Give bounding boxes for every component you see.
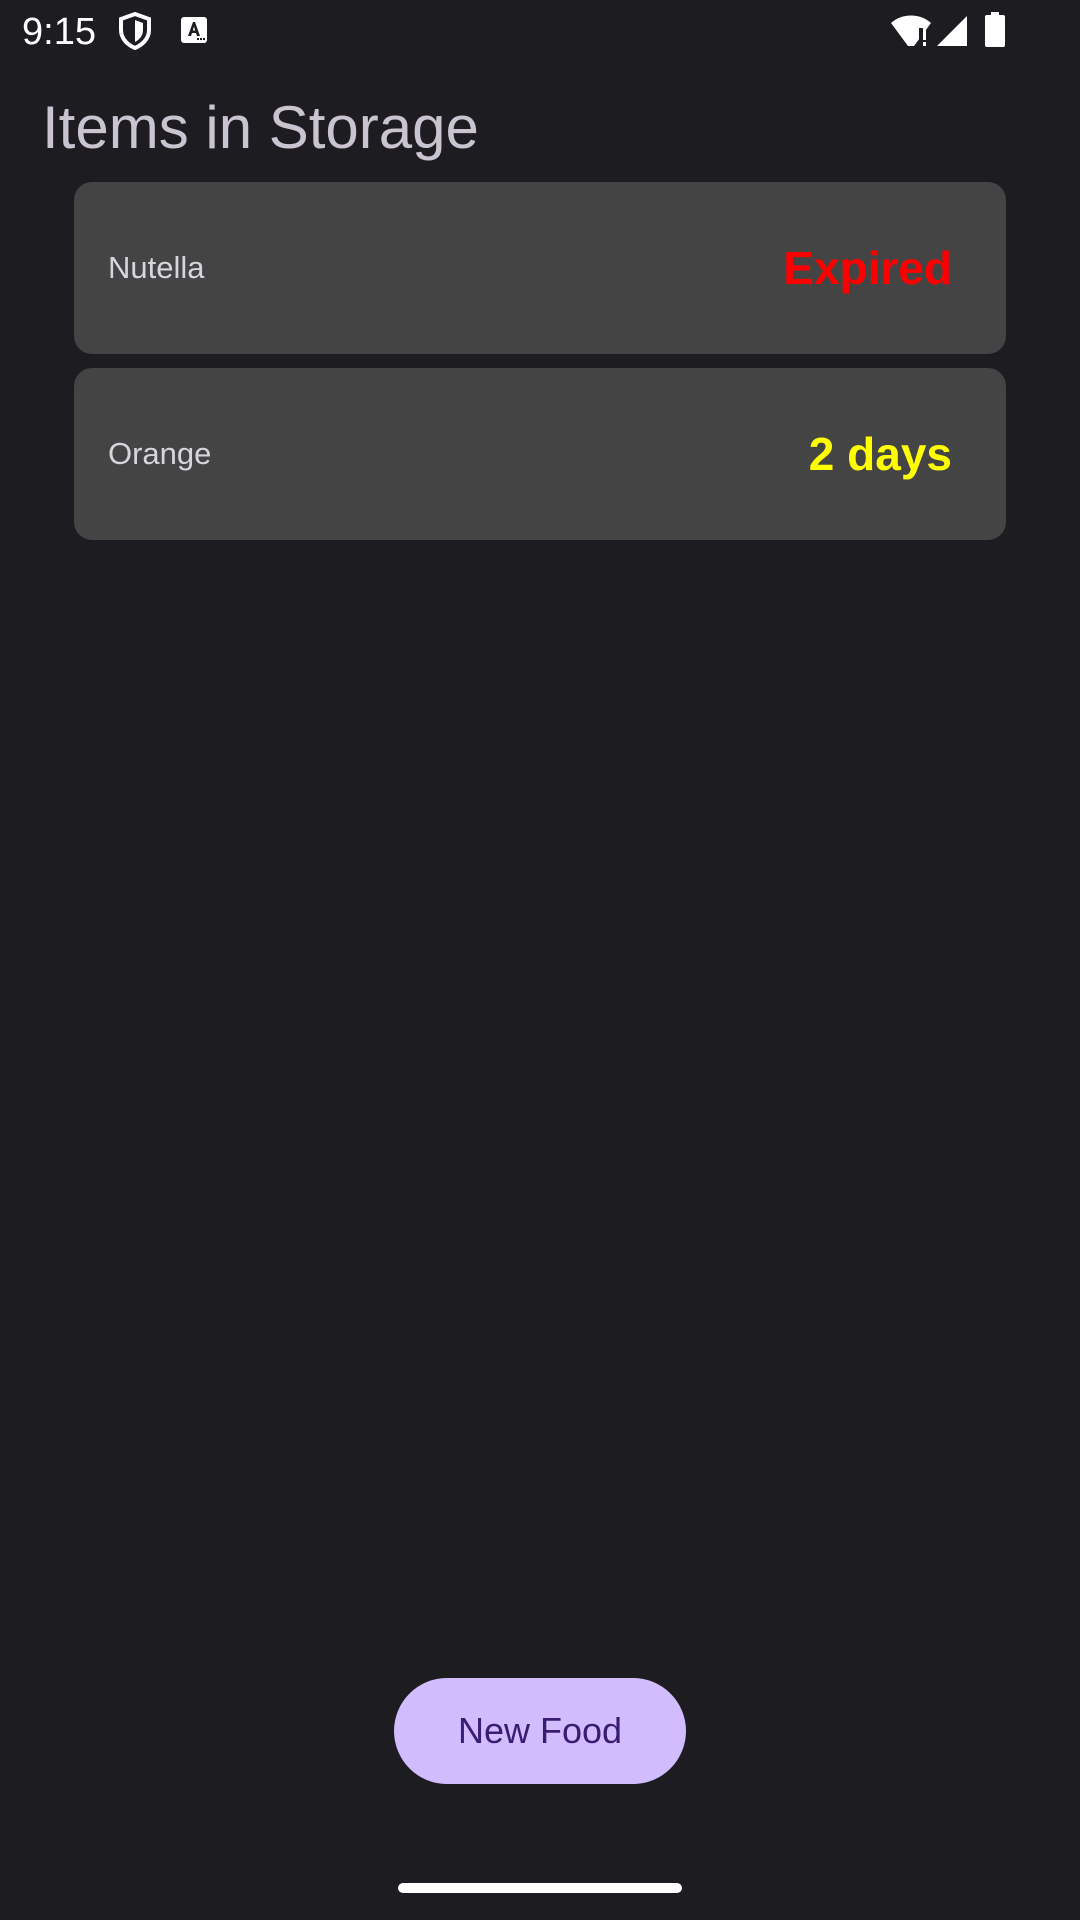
shield-icon <box>118 11 152 55</box>
new-food-button[interactable]: New Food <box>394 1678 686 1784</box>
gesture-nav-bar[interactable] <box>398 1883 682 1893</box>
battery-icon <box>984 12 1006 53</box>
item-name: Orange <box>108 436 212 471</box>
item-status: Expired <box>783 242 952 294</box>
list-item[interactable]: Nutella Expired <box>74 182 1006 354</box>
item-status: 2 days <box>808 428 952 480</box>
signal-icon <box>935 14 969 53</box>
list-item[interactable]: Orange 2 days <box>74 368 1006 540</box>
status-time: 9:15 <box>22 11 96 53</box>
item-name: Nutella <box>108 250 205 285</box>
page-title: Items in Storage <box>42 94 479 161</box>
status-bar: 9:15 <box>0 0 1080 64</box>
wifi-icon <box>890 14 932 53</box>
a-icon <box>180 16 208 49</box>
